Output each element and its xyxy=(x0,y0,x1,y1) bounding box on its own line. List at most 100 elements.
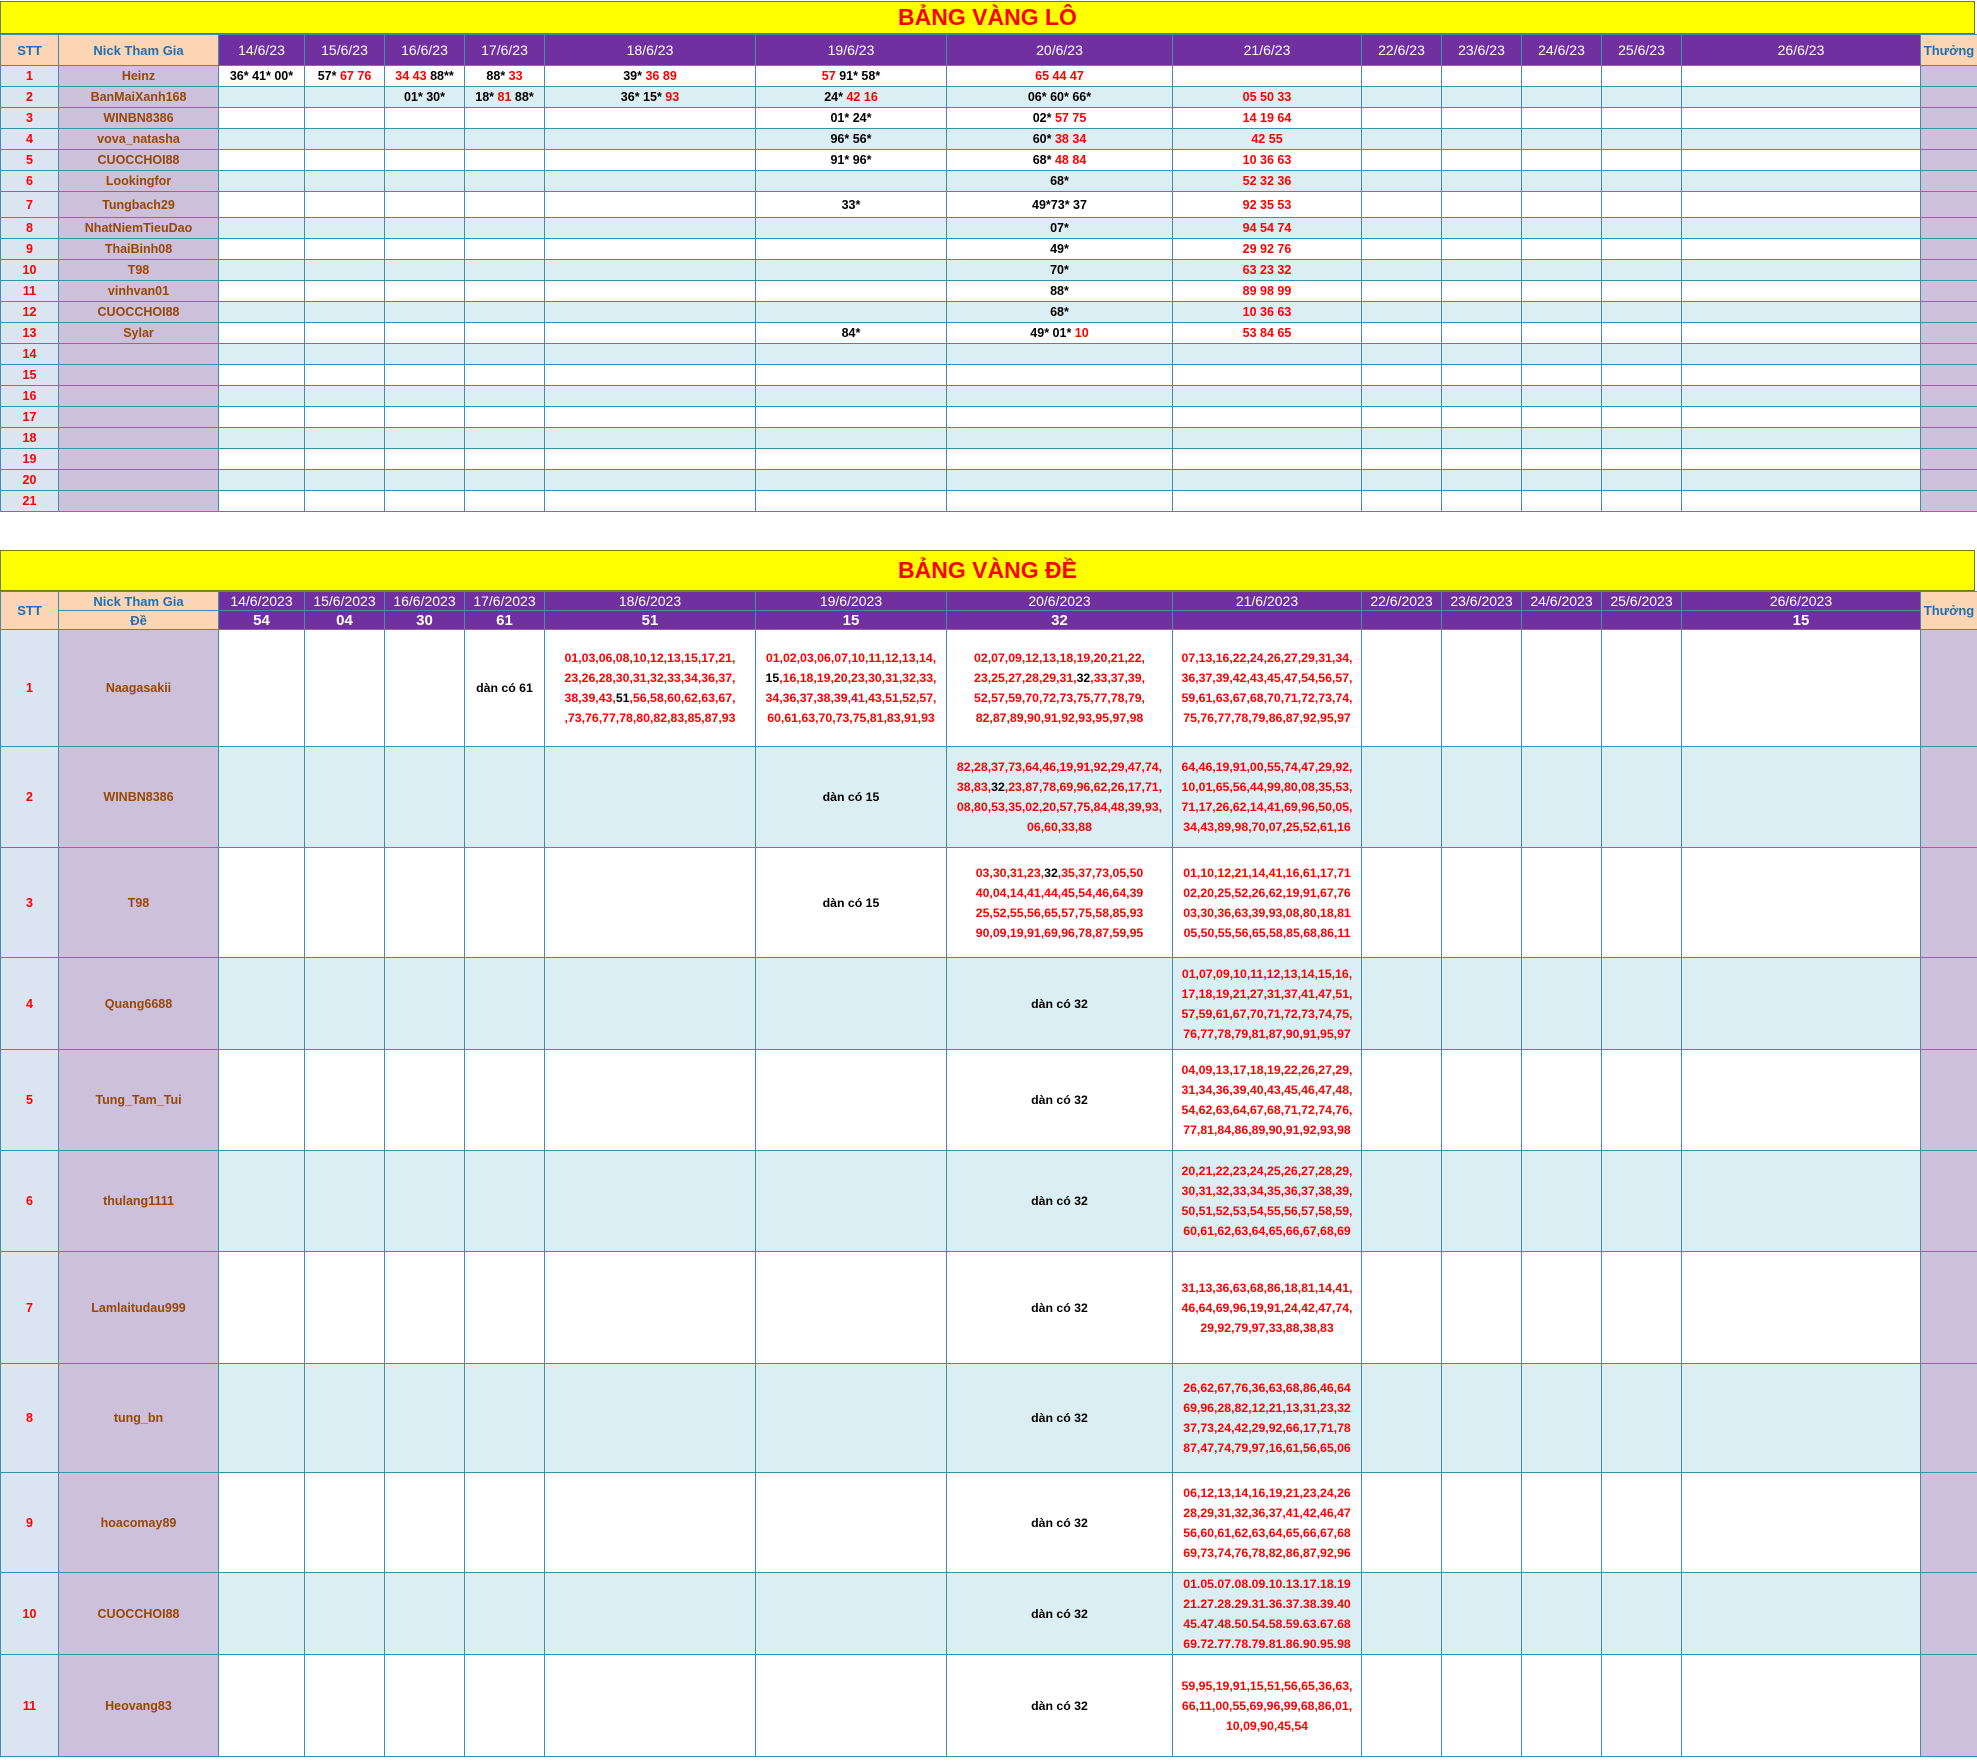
table-cell xyxy=(384,322,465,344)
table-cell: 29 92 76 xyxy=(1172,238,1362,260)
table-cell: 59,95,19,91,15,51,56,65,36,63, 66,11,00,… xyxy=(1172,1654,1362,1757)
table-cell xyxy=(1681,149,1921,171)
lo-title: BẢNG VÀNG LÔ xyxy=(0,1,1975,34)
header-result: 15 xyxy=(755,610,947,630)
table-cell: 01,07,09,10,11,12,13,14,15,16, 17,18,19,… xyxy=(1172,957,1362,1050)
table-cell xyxy=(1601,301,1682,323)
table-cell xyxy=(1361,469,1442,491)
row-prize xyxy=(1920,448,1977,470)
cell-text: 57 75 xyxy=(1054,111,1087,125)
table-cell xyxy=(1681,301,1921,323)
table-cell xyxy=(1441,191,1522,218)
table-cell xyxy=(1521,1049,1602,1151)
table-cell: dàn có 32 xyxy=(946,1472,1173,1573)
cell-text: 05 50 33 xyxy=(1242,90,1292,104)
row-nick: thulang1111 xyxy=(58,1150,219,1252)
header-date: 17/6/23 xyxy=(464,34,545,66)
cell-text: 68* xyxy=(1032,153,1055,167)
header-result: 04 xyxy=(304,610,385,630)
table-row: 2 WINBN8386 dàn có 15 82,28,37,73,64,46,19,… xyxy=(0,746,1977,848)
table-cell: 49* 01* 10 xyxy=(946,322,1173,344)
cell-text: 91* 58* xyxy=(839,69,881,83)
table-cell xyxy=(1172,364,1362,386)
table-cell xyxy=(1172,343,1362,365)
table-cell xyxy=(1361,259,1442,281)
table-cell xyxy=(1172,469,1362,491)
table-cell xyxy=(544,149,756,171)
table-cell: 94 54 74 xyxy=(1172,217,1362,239)
row-stt: 3 xyxy=(0,847,59,958)
table-cell: 26,62,67,76,36,63,68,86,46,64 69,96,28,8… xyxy=(1172,1363,1362,1473)
cell-text: 49* 01* xyxy=(1030,326,1075,340)
header-de: Đề xyxy=(58,610,219,630)
table-cell xyxy=(1441,957,1522,1050)
table-cell xyxy=(1601,957,1682,1050)
header-result: 61 xyxy=(464,610,545,630)
row-nick: T98 xyxy=(58,259,219,281)
row-nick: Naagasakii xyxy=(58,629,219,747)
table-cell xyxy=(304,217,385,239)
row-nick: Heovang83 xyxy=(58,1654,219,1757)
table-cell: 49*73* 37 xyxy=(946,191,1173,218)
row-nick: CUOCCHOI88 xyxy=(58,149,219,171)
row-stt: 16 xyxy=(0,385,59,407)
row-stt: 5 xyxy=(0,1049,59,1151)
header-date: 25/6/2023 xyxy=(1601,591,1682,611)
table-cell xyxy=(544,170,756,192)
table-cell xyxy=(1441,490,1522,512)
table-cell: 64,46,19,91,00,55,74,47,29,92, 10,01,65,… xyxy=(1172,746,1362,848)
table-cell xyxy=(218,170,305,192)
row-stt: 1 xyxy=(0,629,59,747)
table-cell xyxy=(384,343,465,365)
row-stt: 6 xyxy=(0,1150,59,1252)
cell-text: ,16,18,19,20,23,30,31,32,33, 34,36,37,38… xyxy=(765,671,937,725)
table-cell xyxy=(1172,490,1362,512)
row-prize xyxy=(1920,1363,1977,1473)
table-cell xyxy=(304,1251,385,1364)
table-cell xyxy=(1172,427,1362,449)
table-cell xyxy=(384,406,465,428)
row-nick: Sylar xyxy=(58,322,219,344)
row-nick: WINBN8386 xyxy=(58,107,219,129)
table-cell xyxy=(304,238,385,260)
table-cell xyxy=(1361,191,1442,218)
row-stt: 9 xyxy=(0,238,59,260)
row-prize xyxy=(1920,128,1977,150)
table-cell xyxy=(1361,957,1442,1050)
table-cell xyxy=(304,364,385,386)
cell-text: 39* xyxy=(623,69,646,83)
row-nick xyxy=(58,490,219,512)
row-stt: 19 xyxy=(0,448,59,470)
table-cell: 68* xyxy=(946,301,1173,323)
table-cell xyxy=(1361,629,1442,747)
table-cell xyxy=(1361,301,1442,323)
table-cell xyxy=(1521,427,1602,449)
table-cell xyxy=(1441,1472,1522,1573)
table-row: 13 Sylar 84* 49* 01* 10 53 84 65 xyxy=(0,322,1977,344)
table-cell xyxy=(1441,301,1522,323)
table-cell xyxy=(304,128,385,150)
table-cell xyxy=(218,1654,305,1757)
table-cell: 03,30,31,23,32,35,37,73,05,50 40,04,14,4… xyxy=(946,847,1173,958)
table-cell xyxy=(755,1472,947,1573)
table-cell xyxy=(1681,322,1921,344)
table-cell xyxy=(218,128,305,150)
table-cell xyxy=(384,301,465,323)
row-stt: 11 xyxy=(0,280,59,302)
table-cell xyxy=(1441,65,1522,87)
table-cell xyxy=(1441,1049,1522,1151)
table-cell xyxy=(946,490,1173,512)
cell-text: 91* 96* xyxy=(830,153,872,167)
header-date: 20/6/23 xyxy=(946,34,1173,66)
table-cell xyxy=(218,1049,305,1151)
header-stt: STT xyxy=(0,34,59,66)
table-cell xyxy=(1441,170,1522,192)
table-cell xyxy=(544,490,756,512)
table-cell xyxy=(946,469,1173,491)
header-date: 22/6/23 xyxy=(1361,34,1442,66)
row-nick xyxy=(58,364,219,386)
header-date: 26/6/2023 xyxy=(1681,591,1921,611)
table-cell xyxy=(464,1572,545,1655)
cell-text: 57* xyxy=(317,69,340,83)
table-cell xyxy=(1361,280,1442,302)
